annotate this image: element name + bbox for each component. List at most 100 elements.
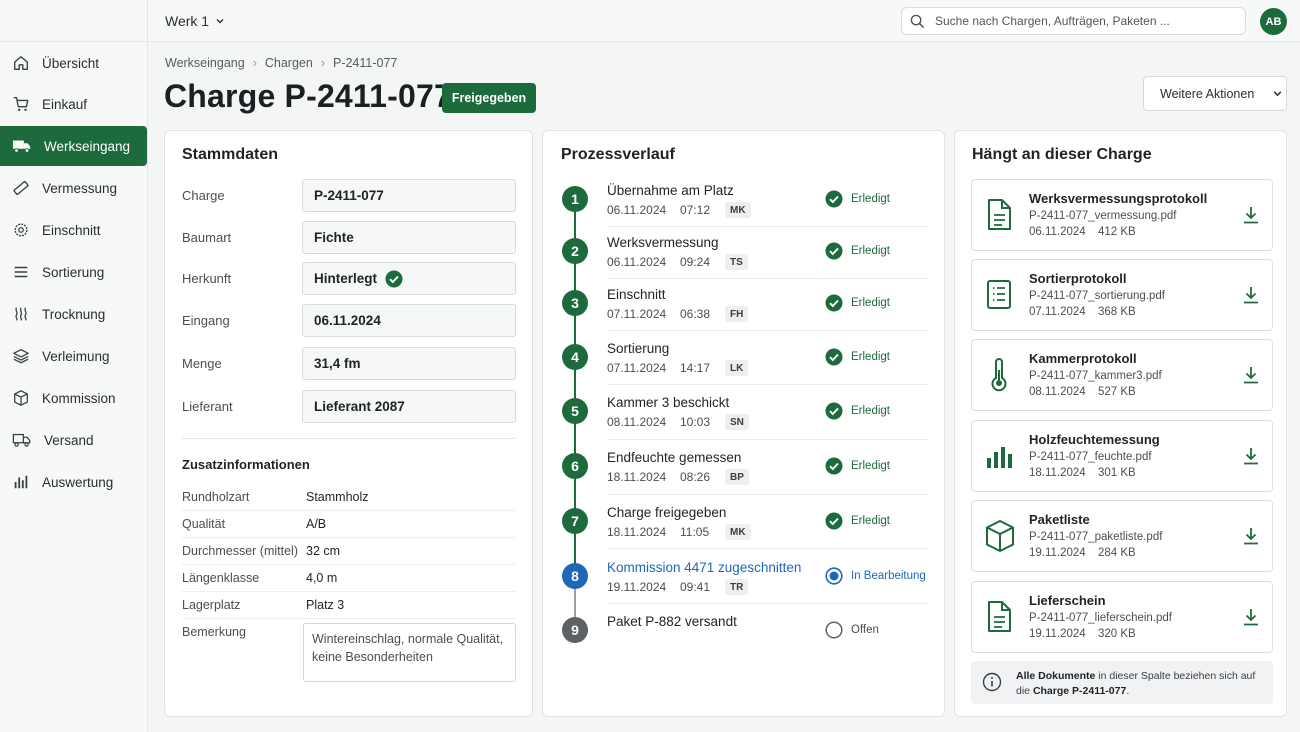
saw-blade-icon: [14, 223, 28, 237]
document-item[interactable]: Lieferschein P-2411-077_lieferschein.pdf…: [971, 581, 1273, 653]
info-value: 4,0 m: [306, 571, 338, 585]
document-size: 284 KB: [1098, 547, 1136, 559]
process-step[interactable]: 1 Übernahme am Platz 06.11.2024 07:12 MK…: [560, 179, 928, 231]
process-step[interactable]: 2 Werksvermessung 06.11.2024 09:24 TS Er…: [560, 231, 928, 283]
sidebar-top-spacer: [0, 0, 148, 42]
check-circle-icon: [825, 512, 843, 530]
document-item[interactable]: Sortierprotokoll P-2411-077_sortierung.p…: [971, 259, 1273, 331]
heat-icon: [15, 307, 27, 321]
document-size: 320 KB: [1098, 628, 1136, 640]
process-step[interactable]: 9 Paket P-882 versandt Offen: [560, 610, 928, 662]
breadcrumb-item[interactable]: Chargen: [265, 56, 313, 70]
sidebar-item-versand[interactable]: Versand: [0, 420, 147, 460]
sidebar-item-label: Sortierung: [42, 264, 105, 280]
document-filename: P-2411-077_sortierung.pdf: [1029, 290, 1165, 302]
document-item[interactable]: Paketliste P-2411-077_paketliste.pdf 19.…: [971, 500, 1273, 572]
ruler-icon: [13, 180, 29, 196]
step-name: Übernahme am Platz: [607, 183, 734, 198]
info-value: A/B: [306, 517, 327, 531]
sidebar-item-uebersicht[interactable]: Übersicht: [0, 43, 147, 83]
step-name: Paket P-882 versandt: [607, 614, 737, 629]
field-value: Lieferant 2087: [314, 399, 405, 414]
step-status: Erledigt: [825, 402, 890, 420]
sidebar-item-vermessung[interactable]: Vermessung: [0, 168, 147, 208]
process-step[interactable]: 7 Charge freigegeben 18.11.2024 11:05 MK…: [560, 501, 928, 553]
document-name: Sortierprotokoll: [1029, 271, 1127, 286]
sidebar-item-verleimung[interactable]: Verleimung: [0, 336, 147, 376]
process-step[interactable]: 8 Kommission 4471 zugeschnitten 19.11.20…: [560, 556, 928, 608]
info-value: Stammholz: [306, 490, 369, 504]
card-title: Prozessverlauf: [561, 146, 675, 163]
check-circle-icon: [825, 242, 843, 260]
step-time: 09:24: [680, 255, 711, 269]
document-filename: P-2411-077_vermessung.pdf: [1029, 210, 1177, 222]
list-document-icon: [987, 280, 1011, 309]
breadcrumb-item[interactable]: Werkseingang: [165, 56, 245, 70]
document-item[interactable]: Werksvermessungsprotokoll P-2411-077_ver…: [971, 179, 1273, 251]
sidebar-item-kommission[interactable]: Kommission: [0, 378, 147, 418]
process-step[interactable]: 5 Kammer 3 beschickt 08.11.2024 10:03 SN…: [560, 391, 928, 443]
step-name[interactable]: Kommission 4471 zugeschnitten: [607, 560, 801, 575]
download-icon[interactable]: [1242, 526, 1260, 546]
plant-selector[interactable]: Werk 1: [165, 13, 225, 29]
step-user-badge: TS: [725, 254, 748, 270]
process-step[interactable]: 6 Endfeuchte gemessen 18.11.2024 08:26 B…: [560, 446, 928, 498]
status-badge[interactable]: Freigegeben: [442, 83, 536, 113]
card-title: Hängt an dieser Charge: [972, 146, 1152, 163]
document-icon: [988, 199, 1011, 230]
sidebar-item-werkseingang[interactable]: Werkseingang: [0, 126, 147, 166]
process-card: Prozessverlauf 1 Übernahme am Platz 06.1…: [542, 130, 945, 717]
info-value: 32 cm: [306, 544, 341, 558]
avatar[interactable]: AB: [1260, 8, 1287, 35]
download-icon[interactable]: [1242, 446, 1260, 466]
download-icon[interactable]: [1242, 607, 1260, 627]
download-icon[interactable]: [1242, 285, 1260, 305]
divider: [607, 278, 928, 279]
step-time: 14:17: [680, 361, 711, 375]
process-step[interactable]: 4 Sortierung 07.11.2024 14:17 LK Erledig…: [560, 337, 928, 389]
chevron-right-icon: ›: [320, 56, 325, 70]
step-number: 4: [562, 344, 588, 370]
search-input[interactable]: [935, 14, 1235, 28]
download-icon[interactable]: [1242, 205, 1260, 225]
field-value: Fichte: [314, 230, 354, 245]
charge-field[interactable]: P-2411-077: [302, 179, 516, 212]
step-time: 07:12: [680, 203, 711, 217]
step-name: Kammer 3 beschickt: [607, 395, 730, 410]
info-row: Längenklasse 4,0 m: [182, 565, 516, 592]
plant-label: Werk 1: [165, 13, 210, 29]
note-text: .: [1126, 685, 1130, 697]
document-item[interactable]: Kammerprotokoll P-2411-077_kammer3.pdf 0…: [971, 339, 1273, 411]
sidebar-item-label: Kommission: [42, 390, 116, 406]
sidebar-item-auswertung[interactable]: Auswertung: [0, 462, 147, 502]
more-actions-button[interactable]: Weitere Aktionen: [1143, 76, 1287, 111]
lieferant-field[interactable]: Lieferant 2087: [302, 390, 516, 423]
document-filename: P-2411-077_paketliste.pdf: [1029, 531, 1163, 543]
baumart-field[interactable]: Fichte: [302, 221, 516, 254]
step-date: 19.11.2024: [607, 580, 667, 594]
step-user-badge: MK: [725, 202, 751, 218]
download-icon[interactable]: [1242, 365, 1260, 385]
document-item[interactable]: Holzfeuchtemessung P-2411-077_feuchte.pd…: [971, 420, 1273, 492]
step-time: 11:05: [680, 525, 710, 539]
check-circle-icon: [385, 270, 403, 287]
chevron-right-icon: ›: [252, 56, 257, 70]
sidebar-item-einkauf[interactable]: Einkauf: [0, 84, 147, 124]
sidebar-item-einschnitt[interactable]: Einschnitt: [0, 210, 147, 250]
layers-icon: [13, 349, 29, 364]
remark-textarea[interactable]: Wintereinschlag, normale Qualität, keine…: [303, 623, 516, 682]
step-status: Erledigt: [825, 512, 890, 530]
eingang-field[interactable]: 06.11.2024: [302, 304, 516, 337]
sidebar-item-sortierung[interactable]: Sortierung: [0, 252, 147, 292]
document-size: 412 KB: [1098, 226, 1136, 238]
process-step[interactable]: 3 Einschnitt 07.11.2024 06:38 FH Erledig…: [560, 283, 928, 335]
herkunft-field[interactable]: Hinterlegt: [302, 262, 516, 295]
menge-field[interactable]: 31,4 fm: [302, 347, 516, 380]
divider: [607, 494, 928, 495]
section-title: Zusatzinformationen: [182, 457, 310, 472]
search-bar[interactable]: [901, 7, 1246, 35]
info-label: Lagerplatz: [182, 598, 241, 612]
document-name: Lieferschein: [1029, 593, 1106, 608]
sidebar-item-label: Vermessung: [42, 180, 118, 196]
sidebar-item-trocknung[interactable]: Trocknung: [0, 294, 147, 334]
